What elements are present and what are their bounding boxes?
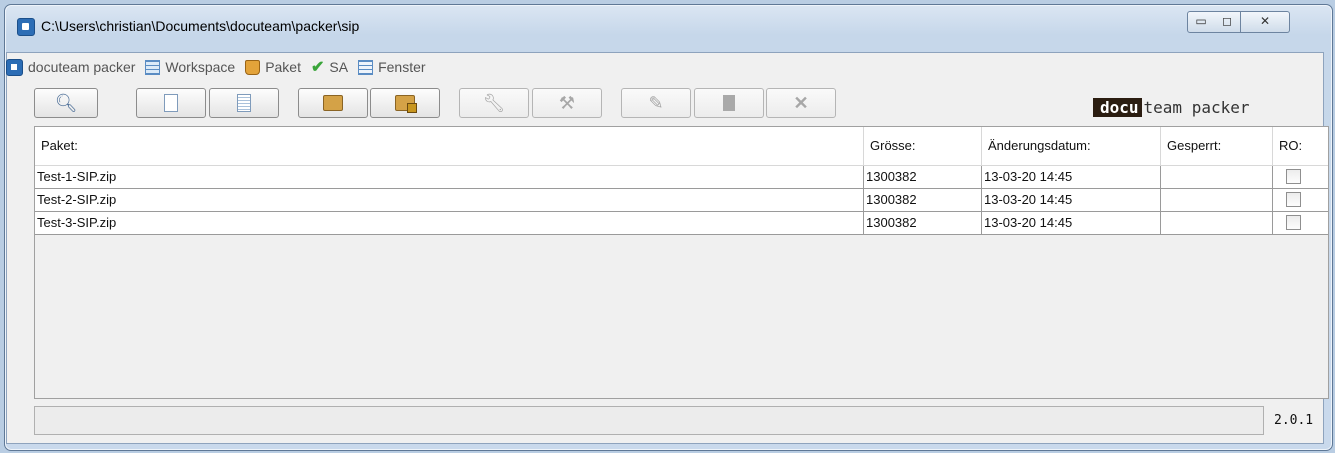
menu-bar: docuteam packer Workspace Paket ✔ SA Fen… — [6, 56, 426, 78]
wrench-icon: 🔧︎ — [482, 93, 506, 113]
workspace-icon — [145, 59, 161, 75]
cell-datum: 13-03-20 14:45 — [982, 212, 1161, 234]
menu-fenster[interactable]: Fenster — [358, 59, 426, 75]
open-locked-package-button[interactable] — [370, 88, 440, 118]
brand-part2: team packer — [1143, 98, 1250, 117]
window-list-icon — [358, 59, 374, 75]
window-title: C:\Users\christian\Documents\docuteam\pa… — [41, 18, 360, 34]
cell-gesperrt — [1161, 189, 1273, 211]
x-icon: ✕ — [793, 93, 809, 113]
folder-lock-icon — [395, 95, 417, 113]
tool-button[interactable]: 🔧︎ — [459, 88, 529, 118]
page-icon — [723, 95, 735, 111]
pencil-icon: ✎ — [648, 93, 664, 113]
minimize-button[interactable]: ▭ — [1187, 11, 1215, 33]
ro-checkbox[interactable] — [1286, 192, 1301, 207]
table-header: Paket: Grösse: Änderungsdatum: Gesperrt:… — [35, 127, 1328, 166]
magnifier-icon: 🔍︎ — [54, 93, 78, 113]
title-bar[interactable]: C:\Users\christian\Documents\docuteam\pa… — [5, 5, 1332, 41]
menu-paket[interactable]: Paket — [245, 59, 301, 75]
column-header-paket[interactable]: Paket: — [35, 127, 864, 165]
cell-paket: Test-2-SIP.zip — [35, 189, 864, 211]
ro-checkbox[interactable] — [1286, 215, 1301, 230]
brand-part1: docu — [1093, 98, 1142, 117]
delete-button[interactable]: ✕ — [766, 88, 836, 118]
cell-datum: 13-03-20 14:45 — [982, 166, 1161, 188]
folder-open-icon — [323, 95, 343, 111]
column-header-ro[interactable]: RO: — [1273, 127, 1328, 165]
menu-label: Fenster — [378, 59, 426, 75]
package-table: Paket: Grösse: Änderungsdatum: Gesperrt:… — [34, 126, 1329, 399]
brand-logo: docu team packer — [1093, 97, 1250, 119]
status-bar — [34, 406, 1264, 435]
maximize-button[interactable]: ◻ — [1214, 11, 1241, 33]
package-icon — [245, 59, 261, 75]
copy-button[interactable] — [694, 88, 764, 118]
version-label: 2.0.1 — [1274, 413, 1314, 428]
table-row[interactable]: Test-1-SIP.zip 1300382 13-03-20 14:45 — [35, 166, 1328, 189]
column-header-gesperrt[interactable]: Gesperrt: — [1161, 127, 1273, 165]
column-header-aenderungsdatum[interactable]: Änderungsdatum: — [982, 127, 1161, 165]
cell-paket: Test-1-SIP.zip — [35, 166, 864, 188]
menu-docuteam-packer[interactable]: docuteam packer — [6, 58, 136, 76]
tools-button[interactable]: ⚒ — [532, 88, 602, 118]
table-row[interactable]: Test-2-SIP.zip 1300382 13-03-20 14:45 — [35, 189, 1328, 212]
menu-workspace[interactable]: Workspace — [145, 59, 235, 75]
new-from-template-button[interactable] — [209, 88, 279, 118]
search-button[interactable]: 🔍︎ — [34, 88, 98, 118]
app-logo-icon — [6, 58, 23, 76]
check-icon: ✔ — [311, 58, 325, 76]
menu-label: Workspace — [165, 59, 236, 75]
cell-gesperrt — [1161, 166, 1273, 188]
cell-datum: 13-03-20 14:45 — [982, 189, 1161, 211]
cell-groesse: 1300382 — [864, 189, 982, 211]
open-package-button[interactable] — [298, 88, 368, 118]
new-package-button[interactable] — [136, 88, 206, 118]
menu-sa[interactable]: ✔ SA — [311, 59, 348, 75]
cell-gesperrt — [1161, 212, 1273, 234]
wrench-gear-icon: ⚒ — [558, 93, 576, 113]
ro-checkbox[interactable] — [1286, 169, 1301, 184]
table-row[interactable]: Test-3-SIP.zip 1300382 13-03-20 14:45 — [35, 212, 1328, 235]
new-document-icon — [164, 94, 178, 112]
menu-label: SA — [329, 59, 349, 75]
menu-label: docuteam packer — [28, 59, 136, 75]
cell-groesse: 1300382 — [864, 212, 982, 234]
menu-label: Paket — [265, 59, 301, 75]
close-button[interactable]: ✕ — [1241, 11, 1290, 33]
edit-button[interactable]: ✎ — [621, 88, 691, 118]
cell-groesse: 1300382 — [864, 166, 982, 188]
app-logo-icon — [17, 18, 35, 36]
column-header-groesse[interactable]: Grösse: — [864, 127, 982, 165]
cell-paket: Test-3-SIP.zip — [35, 212, 864, 234]
document-lines-icon — [237, 94, 251, 112]
